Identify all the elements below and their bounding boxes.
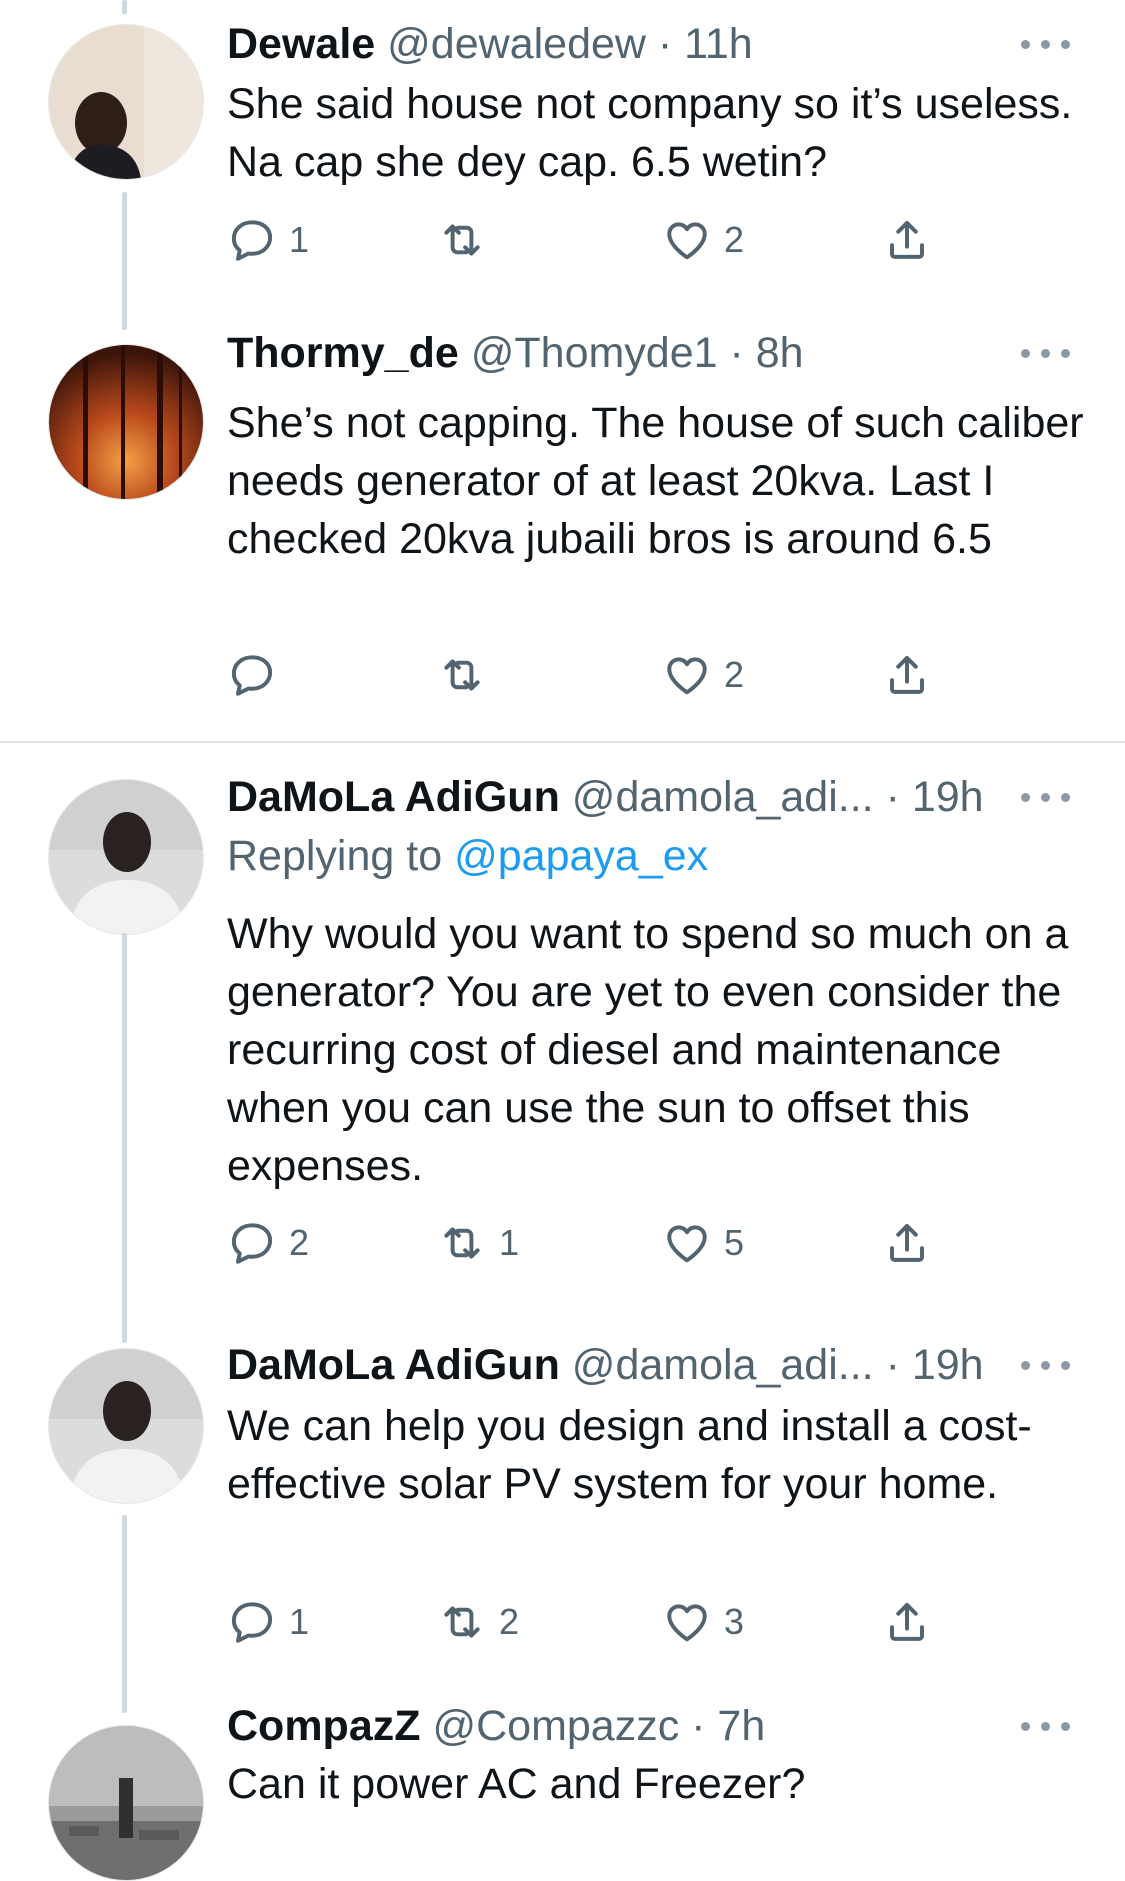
like-button[interactable]: 5	[662, 1218, 744, 1268]
retweet-button[interactable]	[437, 650, 499, 700]
retweet-button[interactable]	[437, 215, 499, 265]
avatar[interactable]	[48, 24, 204, 180]
tweet-text: Can it power AC and Freezer?	[227, 1760, 806, 1808]
like-icon	[662, 650, 712, 700]
action-bar: 1 2 3	[227, 1597, 957, 1647]
tweet[interactable]: Thormy_de @Thomyde1 · 8h She’s not cappi…	[0, 328, 1125, 740]
thread-line	[122, 1515, 127, 1713]
tweet-header: Dewale @dewaledew · 11h	[227, 19, 1071, 69]
reply-count: 1	[289, 219, 310, 260]
like-button[interactable]: 3	[662, 1597, 744, 1647]
retweet-button[interactable]: 2	[437, 1597, 519, 1647]
retweet-icon	[437, 215, 487, 265]
handle-time[interactable]: @damola_adi... · 19h	[572, 773, 984, 821]
share-icon	[882, 1597, 932, 1647]
share-icon	[882, 1218, 932, 1268]
more-icon[interactable]	[1021, 1715, 1071, 1735]
tweet-header: DaMoLa AdiGun @damola_adi... · 19h	[227, 772, 1071, 822]
tweet-header: Thormy_de @Thomyde1 · 8h	[227, 328, 1071, 378]
reply-button[interactable]: 1	[227, 215, 309, 265]
action-bar: 2	[227, 650, 957, 700]
reply-count: 2	[289, 1222, 310, 1263]
tweet-text: She’s not capping. The house of such cal…	[227, 399, 1084, 563]
avatar[interactable]	[48, 1725, 204, 1881]
avatar[interactable]	[48, 779, 204, 935]
retweet-button[interactable]: 1	[437, 1218, 519, 1268]
action-bar: 2 1 5	[227, 1218, 957, 1268]
like-icon	[662, 1597, 712, 1647]
tweet-text: We can help you design and install a cos…	[227, 1402, 1032, 1508]
display-name[interactable]: DaMoLa AdiGun	[227, 1341, 560, 1389]
display-name[interactable]: CompazZ	[227, 1702, 421, 1750]
retweet-icon	[437, 1597, 487, 1647]
share-button[interactable]	[882, 1597, 932, 1647]
reply-button[interactable]	[227, 650, 289, 700]
reply-button[interactable]: 1	[227, 1597, 309, 1647]
tweet[interactable]: DaMoLa AdiGun @damola_adi... · 19h We ca…	[0, 1340, 1125, 1713]
replying-to: Replying to @papaya_ex	[227, 831, 708, 881]
reply-count: 1	[289, 1601, 310, 1642]
tweet[interactable]: DaMoLa AdiGun @damola_adi... · 19h Reply…	[0, 743, 1125, 1343]
share-button[interactable]	[882, 215, 932, 265]
handle-time[interactable]: @dewaledew · 11h	[387, 20, 753, 68]
tweet-header: DaMoLa AdiGun @damola_adi... · 19h	[227, 1340, 1071, 1390]
tweet-text: Why would you want to spend so much on a…	[227, 910, 1069, 1190]
handle-time[interactable]: @Compazzc · 7h	[432, 1702, 765, 1750]
retweet-icon	[437, 1218, 487, 1268]
reply-icon	[227, 1218, 277, 1268]
tweet-text: She said house not company so it’s usele…	[227, 80, 1073, 186]
action-bar: 1 2	[227, 215, 957, 265]
avatar[interactable]	[48, 1348, 204, 1504]
more-icon[interactable]	[1021, 1354, 1071, 1374]
handle-time[interactable]: @Thomyde1 · 8h	[471, 329, 804, 377]
share-button[interactable]	[882, 650, 932, 700]
share-icon	[882, 650, 932, 700]
like-count: 2	[724, 219, 745, 260]
more-icon[interactable]	[1021, 342, 1071, 362]
share-icon	[882, 215, 932, 265]
tweet[interactable]: CompazZ @Compazzc · 7h Can it power AC a…	[0, 1702, 1125, 1881]
retweet-count: 2	[499, 1601, 520, 1642]
avatar[interactable]	[48, 344, 204, 500]
tweet-header: CompazZ @Compazzc · 7h	[227, 1701, 1071, 1751]
like-button[interactable]: 2	[662, 215, 744, 265]
reply-icon	[227, 215, 277, 265]
display-name[interactable]: Dewale	[227, 20, 375, 68]
like-count: 5	[724, 1222, 745, 1263]
reply-icon	[227, 1597, 277, 1647]
thread-line	[122, 933, 127, 1343]
like-icon	[662, 1218, 712, 1268]
replying-to-label: Replying to	[227, 832, 443, 880]
display-name[interactable]: Thormy_de	[227, 329, 459, 377]
reply-icon	[227, 650, 277, 700]
like-icon	[662, 215, 712, 265]
like-count: 3	[724, 1601, 745, 1642]
retweet-count: 1	[499, 1222, 520, 1263]
reply-button[interactable]: 2	[227, 1218, 309, 1268]
thread-line	[122, 192, 127, 330]
like-count: 2	[724, 654, 745, 695]
display-name[interactable]: DaMoLa AdiGun	[227, 773, 560, 821]
share-button[interactable]	[882, 1218, 932, 1268]
tweet[interactable]: Dewale @dewaledew · 11h She said house n…	[0, 0, 1125, 330]
handle-time[interactable]: @damola_adi... · 19h	[572, 1341, 984, 1389]
more-icon[interactable]	[1021, 786, 1071, 806]
like-button[interactable]: 2	[662, 650, 744, 700]
retweet-icon	[437, 650, 487, 700]
more-icon[interactable]	[1021, 33, 1071, 53]
replying-to-handle[interactable]: @papaya_ex	[454, 832, 708, 880]
